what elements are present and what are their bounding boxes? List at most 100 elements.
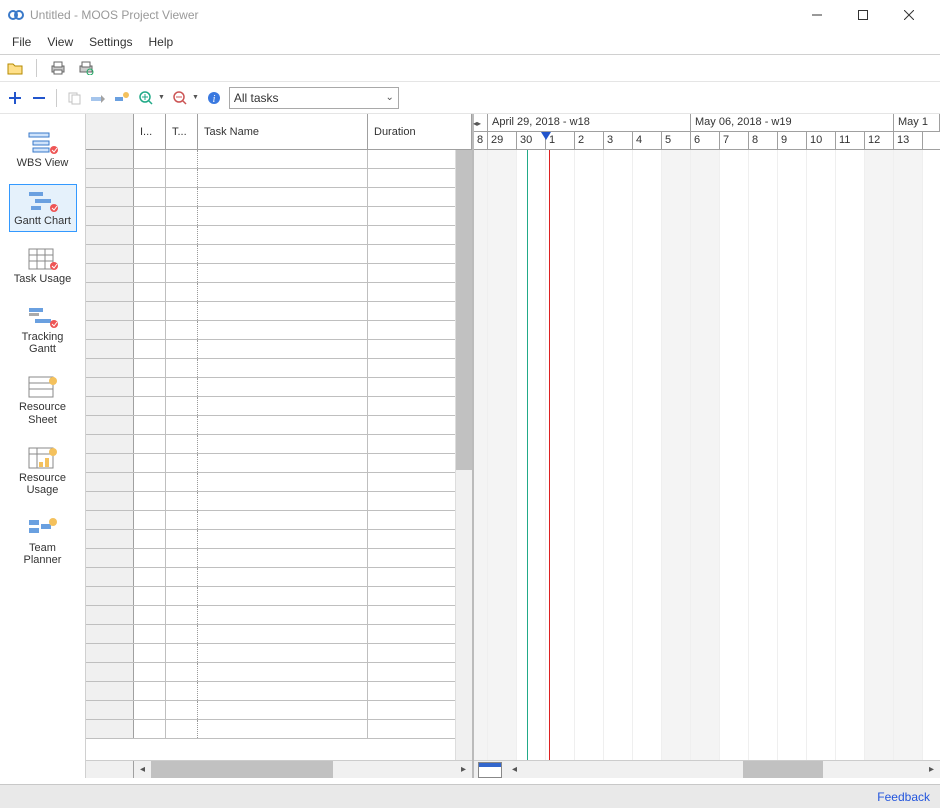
table-row[interactable] [86,720,472,739]
task-filter-combo[interactable]: All tasks ⌄ [229,87,399,109]
table-row[interactable] [86,340,472,359]
day-cell[interactable]: 6 [691,132,720,149]
view-resource-usage[interactable]: Resource Usage [9,441,77,501]
table-row[interactable] [86,245,472,264]
minimize-button[interactable] [794,0,840,30]
table-row[interactable] [86,454,472,473]
chevron-down-icon[interactable]: ▼ [192,94,199,101]
scrollbar-thumb[interactable] [743,761,823,778]
view-task-usage[interactable]: Task Usage [9,242,77,290]
table-row[interactable] [86,663,472,682]
column-duration[interactable]: Duration [368,114,472,149]
day-cell[interactable]: 12 [865,132,894,149]
week-cell[interactable]: April 29, 2018 - w18 [488,114,691,131]
goto-date-icon[interactable] [478,762,502,778]
day-cell[interactable]: 29 [488,132,517,149]
menu-view[interactable]: View [39,32,81,52]
feedback-link[interactable]: Feedback [877,790,930,804]
workarea: I... T... Task Name Duration ◂ ▸ ◂ ▸ [86,114,940,778]
scroll-track[interactable] [523,761,923,778]
table-row[interactable] [86,587,472,606]
table-row[interactable] [86,264,472,283]
table-row[interactable] [86,530,472,549]
table-row[interactable] [86,644,472,663]
view-gantt-chart[interactable]: Gantt Chart [9,184,77,232]
menu-file[interactable]: File [4,32,39,52]
table-row[interactable] [86,568,472,587]
day-cell[interactable]: 8 [749,132,778,149]
view-team-planner[interactable]: Team Planner [9,511,77,571]
table-row[interactable] [86,321,472,340]
view-wbs[interactable]: WBS View [9,126,77,174]
table-row[interactable] [86,359,472,378]
day-cell[interactable]: 2 [575,132,604,149]
menu-settings[interactable]: Settings [81,32,140,52]
chevron-down-icon[interactable]: ▼ [158,94,165,101]
maximize-button[interactable] [840,0,886,30]
info-icon[interactable]: i [205,89,223,107]
week-cell[interactable]: May 06, 2018 - w19 [691,114,894,131]
table-row[interactable] [86,283,472,302]
table-row[interactable] [86,701,472,720]
table-row[interactable] [86,625,472,644]
open-icon[interactable] [6,59,24,77]
collapse-icon[interactable] [30,89,48,107]
menubar: File View Settings Help [0,30,940,54]
scroll-right-button[interactable]: ▸ [923,761,940,778]
table-row[interactable] [86,378,472,397]
goto-task-icon[interactable] [113,89,131,107]
row-number-header[interactable] [86,114,134,149]
print-icon[interactable] [49,59,67,77]
table-row[interactable] [86,302,472,321]
table-row[interactable] [86,150,472,169]
table-row[interactable] [86,169,472,188]
day-cell[interactable]: 5 [662,132,691,149]
scrollbar-thumb[interactable] [456,150,472,470]
day-cell[interactable]: 3 [604,132,633,149]
table-row[interactable] [86,549,472,568]
scroll-left-button[interactable]: ◂ [506,761,523,778]
table-body[interactable] [86,150,472,760]
table-row[interactable] [86,188,472,207]
table-row[interactable] [86,511,472,530]
zoom-in-icon[interactable] [137,89,155,107]
menu-help[interactable]: Help [141,32,182,52]
expand-icon[interactable] [6,89,24,107]
view-resource-sheet[interactable]: Resource Sheet [9,370,77,430]
week-cell-partial[interactable] [474,114,488,131]
zoom-out-icon[interactable] [171,89,189,107]
gantt-chart-area[interactable] [474,150,940,760]
table-row[interactable] [86,397,472,416]
close-button[interactable] [886,0,932,30]
column-indicator[interactable]: I... [134,114,166,149]
vertical-scrollbar[interactable] [455,150,472,760]
table-row[interactable] [86,226,472,245]
day-cell[interactable]: 13 [894,132,923,149]
scroll-right-button[interactable]: ▸ [455,761,472,778]
gantt-hscroll: ◂ ▸ [474,760,940,778]
task-filter-value: All tasks [234,91,279,105]
view-tracking-gantt[interactable]: Tracking Gantt [9,300,77,360]
scroll-left-button[interactable]: ◂ [134,761,151,778]
week-cell[interactable]: May 1 [894,114,940,131]
table-row[interactable] [86,473,472,492]
table-row[interactable] [86,492,472,511]
column-taskmode[interactable]: T... [166,114,198,149]
table-row[interactable] [86,416,472,435]
table-row[interactable] [86,435,472,454]
copy-icon[interactable] [65,89,83,107]
scroll-track[interactable] [151,761,455,778]
day-cell[interactable]: 7 [720,132,749,149]
day-cell[interactable]: 9 [778,132,807,149]
table-row[interactable] [86,606,472,625]
scrollbar-thumb[interactable] [151,761,333,778]
day-cell[interactable]: 8 [474,132,488,149]
column-task-name[interactable]: Task Name [198,114,368,149]
day-cell[interactable]: 11 [836,132,865,149]
day-cell[interactable]: 4 [633,132,662,149]
table-row[interactable] [86,207,472,226]
table-row[interactable] [86,682,472,701]
print-preview-icon[interactable] [77,59,95,77]
scroll-to-task-icon[interactable] [89,89,107,107]
day-cell[interactable]: 10 [807,132,836,149]
